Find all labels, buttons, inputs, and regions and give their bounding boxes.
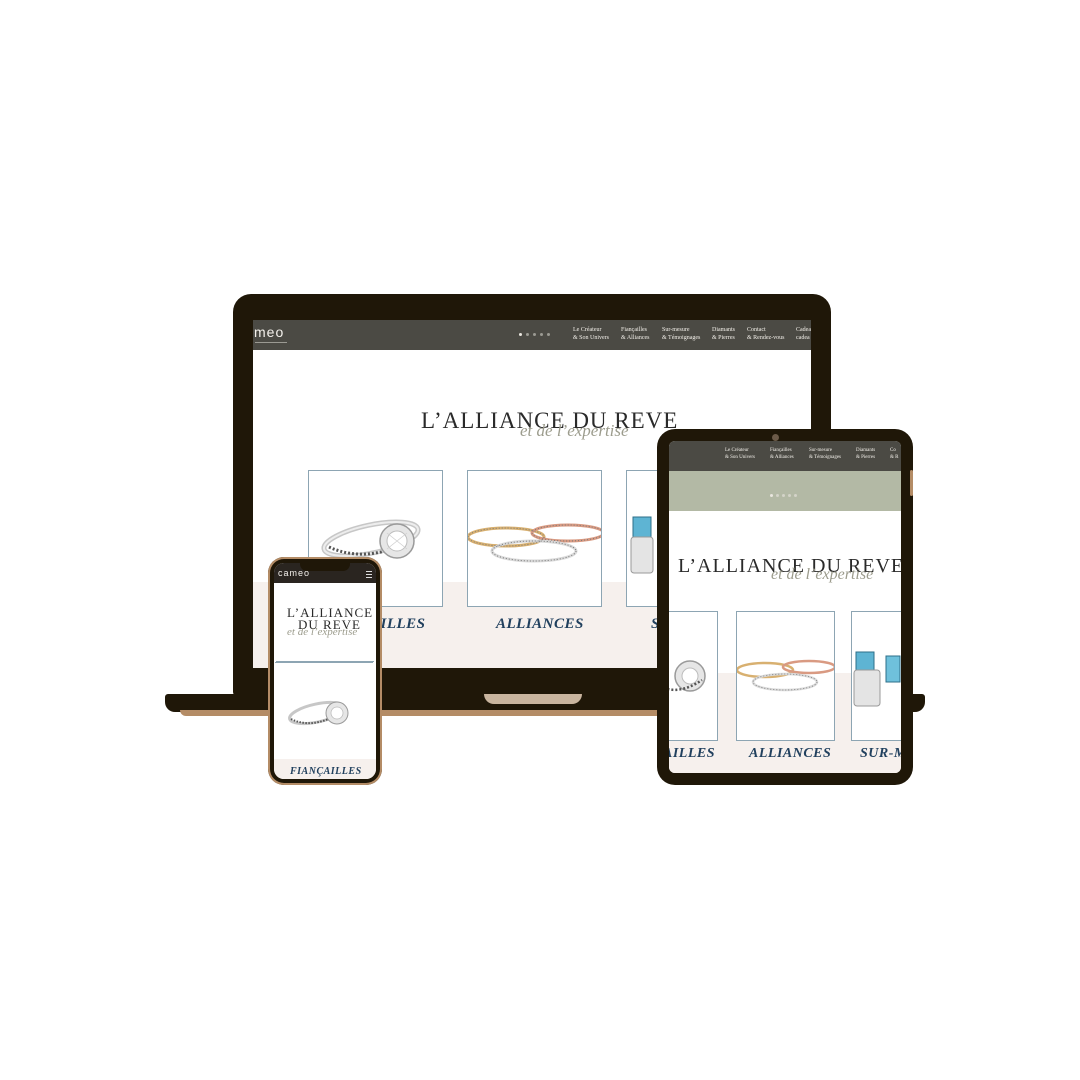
menu-icon[interactable] [366,571,372,578]
camera-icon [772,434,779,441]
aquamarine-ring-image [853,651,901,707]
card-label-fiancailles[interactable]: FIANÇAILLES [290,766,362,777]
card-label-sur-mesure[interactable]: SUR-M [860,746,901,762]
tablet-screen: Le Créateur & Son Univers Fiançailles & … [669,441,901,773]
hero-sage-band [669,471,901,511]
slider-dot[interactable] [540,333,543,336]
site-navbar: Le Créateur & Son Univers Fiançailles & … [669,441,901,471]
slider-dot[interactable] [770,494,773,497]
tablet-side-button [910,470,913,496]
card-fiancailles[interactable] [275,662,373,760]
slider-dot[interactable] [794,494,797,497]
nav-item-contact[interactable]: Contact & Rendez-vous [747,326,785,342]
hero-subtitle: et de l’expertise [771,566,874,583]
nav-item-sur-mesure[interactable]: Sur-mesure & Témoignages [662,326,700,342]
nav-item-createur[interactable]: Le Créateur & Son Univers [725,447,755,461]
card-label-fiancailles[interactable]: AILLES [669,746,715,762]
nav-item-cadeaux[interactable]: Cadea cadea [796,326,811,342]
phone-screen: cameo L’ALLIANCE DU REVE et de l’experti… [274,563,376,779]
wedding-bands-image [737,659,834,692]
site-logo[interactable]: meo [254,324,284,340]
nav-item-fiancailles[interactable]: Fiançailles & Alliances [621,326,650,342]
card-label-alliances[interactable]: ALLIANCES [496,616,584,633]
card-fiancailles[interactable] [669,611,718,741]
slider-dots [770,494,797,497]
card-alliances[interactable] [467,470,602,607]
solitaire-ring-image [669,660,706,692]
slider-dot[interactable] [776,494,779,497]
trackpad-notch [484,694,582,704]
nav-item-createur[interactable]: Le Créateur & Son Univers [573,326,609,342]
logo-tagline [255,342,287,343]
card-alliances[interactable] [736,611,835,741]
card-label-alliances[interactable]: ALLIANCES [749,746,831,762]
nav-item-diamants[interactable]: Diamants & Pierres [712,326,735,342]
slider-dot[interactable] [547,333,550,336]
hero-subtitle: et de l’expertise [287,626,358,638]
slider-dot[interactable] [526,333,529,336]
slider-dots [519,333,550,336]
nav-item-fiancailles[interactable]: Fiançailles & Alliances [770,447,794,461]
nav-item-contact[interactable]: Co & R [890,447,898,461]
slider-dot[interactable] [782,494,785,497]
site-navbar: meo Le Créateur & Son Univers Fiançaille… [253,320,811,350]
slider-dot[interactable] [519,333,522,336]
nav-item-diamants[interactable]: Diamants & Pierres [856,447,875,461]
slider-dot[interactable] [533,333,536,336]
slider-dot[interactable] [788,494,791,497]
nav-item-sur-mesure[interactable]: Sur-mesure & Témoignages [809,447,841,461]
hero-subtitle: et de l’expertise [520,421,629,440]
card-sur-mesure[interactable] [851,611,901,741]
wedding-bands-image [468,523,601,563]
phone-notch [300,562,350,571]
solitaire-ring-image [288,700,349,726]
